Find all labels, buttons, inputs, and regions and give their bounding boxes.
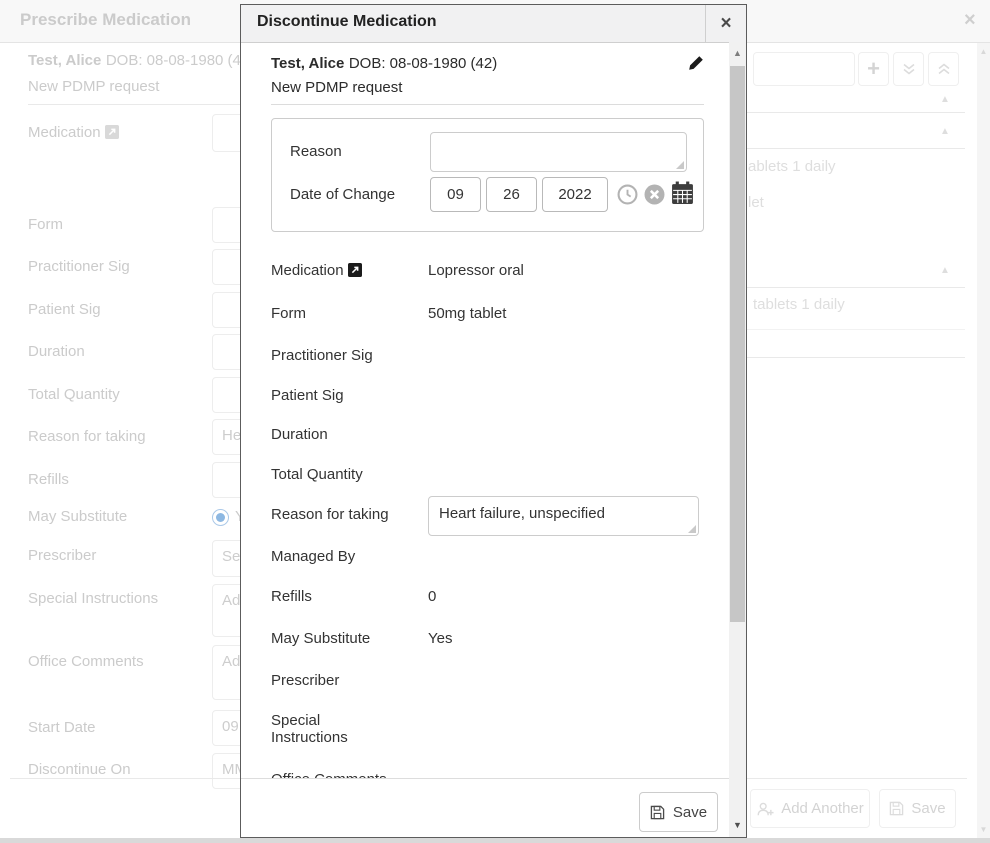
- bg-section-divider: [740, 357, 965, 358]
- field-value-refills: 0: [428, 588, 436, 605]
- plus-icon: +: [858, 52, 889, 86]
- modal-scrollbar[interactable]: ▲ ▼: [729, 42, 746, 838]
- reason-label: Reason: [290, 143, 342, 160]
- add-another-button: Add Another: [750, 789, 870, 828]
- bg-label-discontinue-on: Discontinue On: [28, 761, 131, 778]
- collapse-caret-icon: ▲: [940, 126, 950, 137]
- modal-footer: Save: [241, 778, 746, 838]
- background-close-icon: ×: [964, 9, 976, 32]
- field-value-form: 50mg tablet: [428, 305, 506, 322]
- resize-handle[interactable]: [676, 161, 684, 169]
- save-button[interactable]: Save: [639, 792, 718, 832]
- background-patient-dob: DOB: 08-08-1980 (42: [106, 52, 249, 69]
- field-label-managed-by: Managed By: [271, 548, 355, 565]
- bg-save-label: Save: [911, 800, 945, 817]
- bg-label-total-quantity: Total Quantity: [28, 386, 120, 403]
- field-label-duration: Duration: [271, 426, 328, 443]
- bg-label-refills: Refills: [28, 471, 69, 488]
- field-label-reason-for-taking: Reason for taking: [271, 506, 389, 523]
- field-value-medication: Lopressor oral: [428, 262, 524, 279]
- bg-label-special-instructions: Special Instructions: [28, 590, 158, 607]
- field-label-patient-sig: Patient Sig: [271, 387, 344, 404]
- page-scrollbar[interactable]: ▲ ▼: [977, 43, 990, 838]
- collapse-caret-icon: ▲: [940, 265, 950, 276]
- bg-med-row: ablets 1 daily: [748, 158, 836, 175]
- field-label-medication: Medication: [271, 262, 362, 279]
- change-box: Reason Date of Change 09 26 2022: [271, 118, 704, 232]
- save-label: Save: [673, 804, 707, 821]
- field-label-form: Form: [271, 305, 306, 322]
- double-chevron-down-icon: [893, 52, 924, 86]
- bg-save-button: Save: [879, 789, 956, 828]
- modal-title: Discontinue Medication: [257, 13, 437, 31]
- modal-header: Discontinue Medication ×: [241, 5, 746, 43]
- save-floppy-icon: [650, 805, 665, 820]
- scroll-up-icon[interactable]: ▲: [729, 48, 746, 58]
- discontinue-medication-dialog: Discontinue Medication × Test, Alice DOB…: [240, 4, 747, 838]
- field-label-may-substitute: May Substitute: [271, 630, 370, 647]
- scroll-up-icon[interactable]: ▲: [977, 47, 990, 56]
- edit-pencil-icon[interactable]: [688, 55, 704, 71]
- bg-section-divider: [740, 112, 965, 113]
- bg-label-patient-sig: Patient Sig: [28, 301, 101, 318]
- save-floppy-icon: [889, 801, 904, 816]
- bottom-strip: [0, 838, 990, 843]
- background-pdmp-request: New PDMP request: [28, 78, 159, 95]
- field-label-special-instructions: Special Instructions: [271, 712, 363, 746]
- background-patient-line: Test, Alice DOB: 08-08-1980 (42: [28, 52, 249, 70]
- add-another-label: Add Another: [781, 800, 864, 817]
- scroll-down-icon[interactable]: ▼: [729, 820, 746, 830]
- calendar-icon[interactable]: [671, 181, 694, 205]
- scrollbar-thumb[interactable]: [730, 66, 745, 622]
- bg-search-input: [753, 52, 855, 86]
- bg-label-medication: Medication: [28, 124, 119, 141]
- bg-label-office-comments: Office Comments: [28, 653, 144, 670]
- external-link-icon: [105, 125, 119, 139]
- modal-patient-line: Test, Alice DOB: 08-08-1980 (42): [271, 55, 497, 73]
- radio-selected-icon: [212, 509, 229, 526]
- field-label-total-quantity: Total Quantity: [271, 466, 363, 483]
- modal-patient-divider: [271, 104, 704, 105]
- clear-circle-icon[interactable]: [644, 184, 665, 205]
- pdmp-request: New PDMP request: [271, 79, 402, 96]
- background-patient-name: Test, Alice: [28, 52, 101, 69]
- add-person-icon: [756, 801, 774, 817]
- bg-section-divider: [740, 329, 965, 330]
- bg-label-may-substitute: May Substitute: [28, 508, 127, 525]
- bg-med-row: tablets 1 daily: [753, 296, 845, 313]
- field-label-prescriber: Prescriber: [271, 672, 339, 689]
- patient-name: Test, Alice: [271, 55, 344, 72]
- bg-label-practitioner-sig: Practitioner Sig: [28, 258, 130, 275]
- date-of-change-label: Date of Change: [290, 186, 395, 203]
- close-icon: ×: [720, 13, 731, 35]
- field-value-may-substitute: Yes: [428, 630, 452, 647]
- field-label-practitioner-sig: Practitioner Sig: [271, 347, 373, 364]
- resize-handle[interactable]: [688, 525, 696, 533]
- reason-for-taking-value: Heart failure, unspecified: [439, 505, 605, 522]
- bg-label-form: Form: [28, 216, 63, 233]
- bg-label-prescriber: Prescriber: [28, 547, 96, 564]
- bg-label-start-date: Start Date: [28, 719, 96, 736]
- collapse-caret-icon: ▲: [940, 94, 950, 105]
- double-chevron-up-icon: [928, 52, 959, 86]
- field-label-refills: Refills: [271, 588, 312, 605]
- bg-section-divider: [740, 148, 965, 149]
- patient-dob: DOB: 08-08-1980 (42): [349, 55, 497, 72]
- bg-med-row: let: [748, 194, 764, 211]
- clock-icon[interactable]: [617, 184, 638, 205]
- background-divider: [28, 104, 240, 105]
- screen: Prescribe Medication × Test, Alice DOB: …: [0, 0, 990, 843]
- reason-for-taking-textarea[interactable]: Heart failure, unspecified: [428, 496, 699, 536]
- bg-label-reason-for-taking: Reason for taking: [28, 428, 146, 445]
- modal-close-button[interactable]: ×: [705, 5, 746, 42]
- bg-label-duration: Duration: [28, 343, 85, 360]
- date-day-input[interactable]: 26: [486, 177, 537, 212]
- date-year-input[interactable]: 2022: [542, 177, 608, 212]
- scroll-down-icon[interactable]: ▼: [977, 825, 990, 834]
- external-link-icon[interactable]: [348, 263, 362, 277]
- background-page-title: Prescribe Medication: [20, 10, 191, 30]
- bg-section-divider: [740, 287, 965, 288]
- date-month-input[interactable]: 09: [430, 177, 481, 212]
- reason-textarea[interactable]: [430, 132, 687, 172]
